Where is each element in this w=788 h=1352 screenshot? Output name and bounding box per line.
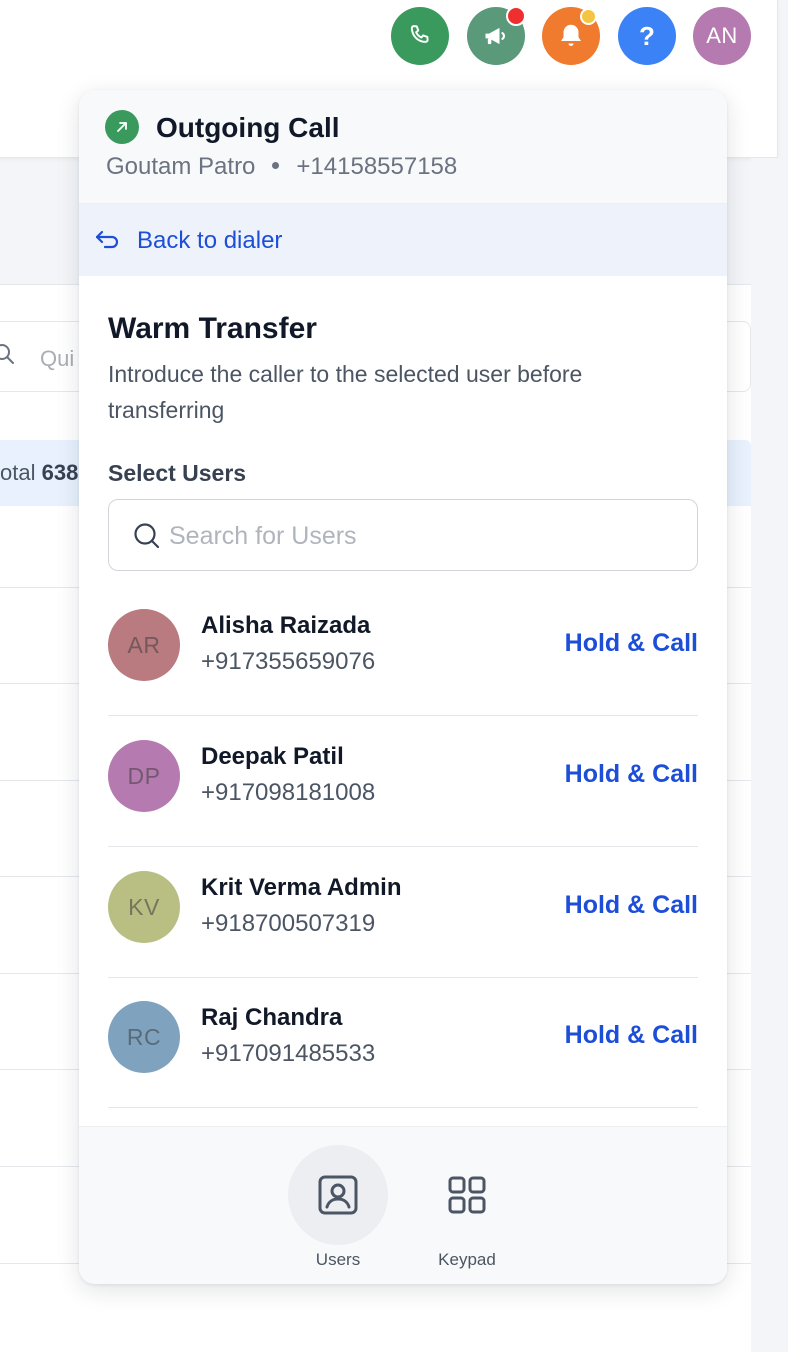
user-list-item: RC Raj Chandra +917091485533 Hold & Call [108,977,698,1108]
arrow-up-right-icon [117,122,127,132]
total-count: otal 638 [0,460,79,485]
caller-number: +14158557158 [296,153,458,180]
notifications-button[interactable] [542,7,600,65]
hold-and-call-button[interactable]: Hold & Call [565,760,698,789]
user-avatar[interactable]: AN [693,7,751,65]
user-list-item: KV Krit Verma Admin +918700507319 Hold &… [108,847,698,978]
back-arrow-icon [95,230,119,249]
call-panel: Outgoing Call Goutam Patro +14158557158 B… [79,90,727,1284]
user-search-input[interactable] [169,518,669,554]
notification-dot [580,8,597,25]
tab-users-label: Users [315,1250,361,1269]
user-avatar: AR [108,609,180,681]
panel-footer: Users Keypad [79,1126,727,1284]
grid-icon [448,1176,486,1214]
user-name: Deepak Patil [201,743,344,770]
megaphone-icon [485,27,505,45]
user-name: Alisha Raizada [201,612,371,639]
search-icon [134,523,160,549]
select-users-label: Select Users [108,460,247,486]
quick-search-placeholder: Qui [40,346,75,371]
user-avatar: DP [108,740,180,812]
tab-keypad-label: Keypad [438,1250,496,1269]
user-avatar: KV [108,871,180,943]
tab-users-highlight [288,1145,388,1245]
user-phone: +918700507319 [201,910,376,937]
call-header: Outgoing Call Goutam Patro +14158557158 [79,90,727,204]
phone-button[interactable] [391,7,449,65]
search-icon [0,344,14,364]
user-avatar: RC [108,1001,180,1073]
hold-and-call-button[interactable]: Hold & Call [565,629,698,658]
help-icon: ? [639,20,655,51]
back-to-dialer-label: Back to dialer [137,227,283,254]
user-search-field[interactable] [108,499,698,571]
warm-transfer-description: Introduce the caller to the selected use… [108,361,583,423]
separator-dot [272,162,280,170]
user-name: Raj Chandra [201,1004,343,1031]
tab-users[interactable]: Users [273,1127,403,1284]
hold-and-call-button[interactable]: Hold & Call [565,1021,698,1050]
user-phone: +917098181008 [201,779,376,806]
outgoing-call-badge [105,110,139,144]
notification-dot [506,6,526,26]
caller-info: Goutam Patro +14158557158 [106,153,457,181]
back-to-dialer-button[interactable]: Back to dialer [79,204,727,276]
bell-icon [561,24,581,46]
contact-card-icon [318,1175,358,1215]
user-phone: +917091485533 [201,1040,376,1067]
user-name: Krit Verma Admin [201,874,402,901]
tab-keypad[interactable]: Keypad [402,1127,532,1284]
announcements-button[interactable] [467,6,526,65]
user-list-item: AR Alisha Raizada +917355659076 Hold & C… [108,585,698,716]
help-button[interactable]: ? [618,7,676,65]
tab-keypad-highlight [417,1145,517,1245]
phone-icon [410,25,429,43]
caller-name: Goutam Patro [106,153,256,180]
avatar-initials: AN [706,23,738,48]
user-phone: +917355659076 [201,648,376,675]
warm-transfer-title: Warm Transfer [108,312,317,345]
user-list-item: DP Deepak Patil +917098181008 Hold & Cal… [108,716,698,847]
page-background [751,158,788,1352]
hold-and-call-button[interactable]: Hold & Call [565,891,698,920]
call-status-title: Outgoing Call [156,112,340,143]
